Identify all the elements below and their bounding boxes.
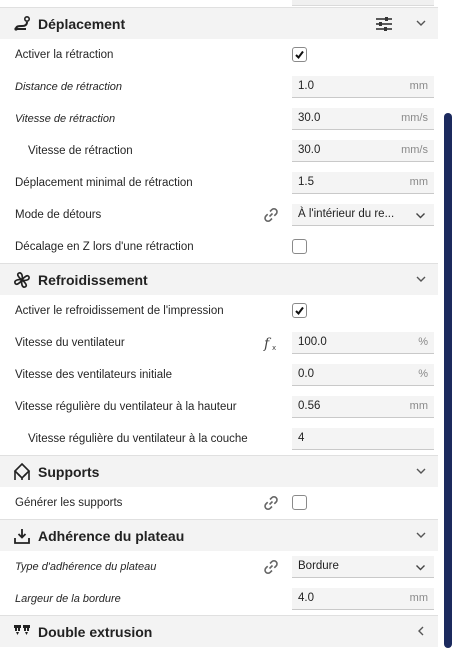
setting-label: Vitesse de rétraction	[28, 145, 133, 157]
section-header-supports[interactable]: Supports	[0, 455, 438, 487]
top-edge	[0, 0, 458, 7]
setting-row-retraction-speed: Vitesse de rétraction 30.0 mm/s	[0, 103, 438, 135]
setting-label: Activer le refroidissement de l'impressi…	[15, 305, 224, 317]
setting-row-adhesion-type: Type d'adhérence du plateau Bordure	[0, 551, 438, 583]
chevron-down-icon	[416, 565, 425, 571]
setting-row-enable-retraction: Activer la rétraction	[0, 39, 438, 71]
combing-mode-select[interactable]: À l'intérieur du re...	[292, 204, 434, 226]
setting-row-initial-fan-speed: Vitesse des ventilateurs initiale 0.0 %	[0, 359, 438, 391]
setting-row-enable-cooling: Activer le refroidissement de l'impressi…	[0, 295, 438, 327]
field-unit: mm/s	[401, 112, 428, 124]
scrollbar[interactable]	[444, 113, 452, 648]
setting-row-regular-fan-height: Vitesse régulière du ventilateur à la ha…	[0, 391, 438, 423]
setting-row-generate-supports: Générer les supports	[0, 487, 438, 519]
field-value: 4.0	[298, 592, 314, 604]
regular-fan-layer-input[interactable]: 4	[292, 428, 434, 450]
section-title: Double extrusion	[38, 623, 153, 640]
field-value: Bordure	[298, 560, 339, 572]
field-value: 4	[298, 432, 305, 444]
setting-label: Activer la rétraction	[15, 49, 114, 61]
field-value: 0.0	[298, 368, 314, 380]
adhesion-type-select[interactable]: Bordure	[292, 556, 434, 578]
section-header-cooling[interactable]: Refroidissement	[0, 263, 438, 295]
setting-label: Largeur de la bordure	[15, 593, 121, 605]
chevron-left-icon[interactable]	[414, 624, 428, 638]
link-icon[interactable]	[262, 206, 280, 224]
enable-retraction-checkbox[interactable]	[292, 47, 307, 62]
chevron-down-icon[interactable]	[414, 16, 428, 30]
section-title: Déplacement	[38, 15, 126, 32]
setting-row-z-hop: Décalage en Z lors d'une rétraction	[0, 231, 438, 263]
enable-cooling-checkbox[interactable]	[292, 303, 307, 318]
settings-panel: Déplacement Activer la rétraction Distan…	[0, 7, 438, 647]
setting-row-retraction-speed-sub: Vitesse de rétraction 30.0 mm/s	[0, 135, 438, 167]
setting-label: Type d'adhérence du plateau	[15, 561, 157, 573]
section-title: Refroidissement	[38, 271, 148, 288]
link-icon[interactable]	[262, 494, 280, 512]
link-icon[interactable]	[262, 558, 280, 576]
setting-label: Distance de rétraction	[15, 81, 122, 93]
setting-label: Vitesse de rétraction	[15, 113, 116, 125]
field-unit: %	[418, 336, 428, 348]
svg-text:f: f	[263, 336, 272, 352]
setting-label: Décalage en Z lors d'une rétraction	[15, 241, 194, 253]
setting-label: Vitesse des ventilateurs initiale	[15, 369, 173, 381]
setting-row-combing-mode: Mode de détours À l'intérieur du re...	[0, 199, 438, 231]
setting-row-regular-fan-layer: Vitesse régulière du ventilateur à la co…	[0, 423, 438, 455]
fx-icon[interactable]: fx	[262, 334, 280, 352]
section-header-travel[interactable]: Déplacement	[0, 7, 438, 39]
field-value: 30.0	[298, 112, 321, 124]
section-header-adhesion[interactable]: Adhérence du plateau	[0, 519, 438, 551]
field-value: 30.0	[298, 144, 321, 156]
chevron-down-icon[interactable]	[414, 528, 428, 542]
section-title: Adhérence du plateau	[38, 527, 185, 544]
adhesion-icon	[13, 527, 31, 545]
field-value: 1.5	[298, 176, 314, 188]
retraction-speed-input[interactable]: 30.0 mm/s	[292, 108, 434, 130]
field-value: 1.0	[298, 80, 314, 92]
setting-label: Vitesse régulière du ventilateur à la co…	[28, 433, 248, 445]
section-header-dual-extrusion[interactable]: Double extrusion	[0, 615, 438, 647]
setting-label: Vitesse régulière du ventilateur à la ha…	[15, 401, 237, 413]
chevron-down-icon[interactable]	[414, 464, 428, 478]
chevron-down-icon	[416, 213, 425, 219]
travel-icon	[13, 15, 31, 33]
field-value: 0.56	[298, 400, 321, 412]
fan-speed-input[interactable]: 100.0 %	[292, 332, 434, 354]
svg-text:x: x	[272, 344, 276, 352]
min-travel-input[interactable]: 1.5 mm	[292, 172, 434, 194]
section-title: Supports	[38, 463, 100, 480]
field-unit: mm	[409, 80, 428, 92]
regular-fan-height-input[interactable]: 0.56 mm	[292, 396, 434, 418]
dual-extrusion-icon	[13, 623, 31, 641]
generate-supports-checkbox[interactable]	[292, 495, 307, 510]
brim-width-input[interactable]: 4.0 mm	[292, 588, 434, 610]
setting-label: Générer les supports	[15, 497, 123, 509]
support-icon	[13, 462, 31, 481]
retraction-retract-speed-input[interactable]: 30.0 mm/s	[292, 140, 434, 162]
field-unit: mm	[409, 400, 428, 412]
previous-field-edge	[292, 0, 434, 6]
check-icon	[295, 306, 304, 316]
setting-label: Mode de détours	[15, 209, 102, 221]
settings-sliders-icon[interactable]	[374, 14, 394, 34]
z-hop-checkbox[interactable]	[292, 239, 307, 254]
setting-label: Vitesse du ventilateur	[15, 337, 125, 349]
field-unit: mm/s	[401, 144, 428, 156]
setting-row-fan-speed: Vitesse du ventilateur fx 100.0 %	[0, 327, 438, 359]
chevron-down-icon[interactable]	[414, 272, 428, 286]
setting-row-brim-width: Largeur de la bordure 4.0 mm	[0, 583, 438, 615]
retraction-distance-input[interactable]: 1.0 mm	[292, 76, 434, 98]
initial-fan-speed-input[interactable]: 0.0 %	[292, 364, 434, 386]
setting-row-min-travel: Déplacement minimal de rétraction 1.5 mm	[0, 167, 438, 199]
fan-icon	[13, 271, 31, 289]
field-unit: %	[418, 368, 428, 380]
setting-row-retraction-distance: Distance de rétraction 1.0 mm	[0, 71, 438, 103]
field-unit: mm	[409, 176, 428, 188]
field-value: 100.0	[298, 336, 327, 348]
field-unit: mm	[409, 592, 428, 604]
field-value: À l'intérieur du re...	[298, 208, 395, 220]
check-icon	[295, 50, 304, 60]
setting-label: Déplacement minimal de rétraction	[15, 177, 193, 189]
